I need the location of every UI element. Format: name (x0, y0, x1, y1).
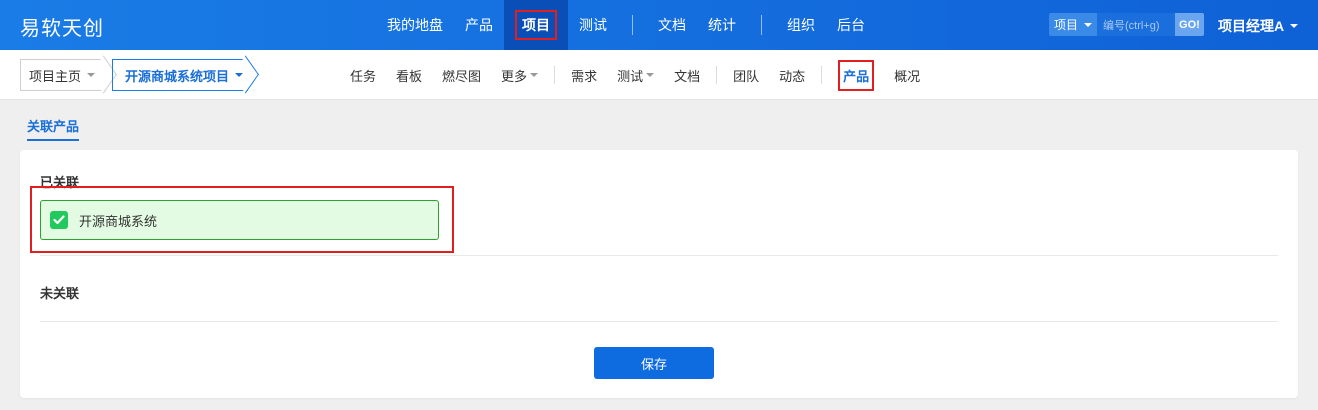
nav-product[interactable]: 产品 (454, 0, 504, 50)
brand-logo[interactable]: 易软天创 (20, 12, 104, 41)
section-divider (40, 255, 1278, 256)
subnav-team[interactable]: 团队 (723, 66, 769, 85)
subnav-dynamic[interactable]: 动态 (769, 66, 815, 85)
subnav-task[interactable]: 任务 (340, 66, 386, 85)
main-nav: 我的地盘 产品 项目 测试 文档 统计 组织 后台 (376, 0, 876, 50)
breadcrumb-current-project[interactable]: 开源商城系统项目 (112, 59, 248, 91)
sub-header: 项目主页 开源商城系统项目 任务 看板 燃尽图 更多 需求 测试 文档 团队 动… (0, 50, 1318, 100)
search-box: 项目 编号(ctrl+g) GO! (1049, 13, 1204, 36)
chevron-down-icon (530, 73, 539, 77)
nav-test[interactable]: 测试 (568, 0, 618, 50)
linked-product-name: 开源商城系统 (79, 213, 158, 229)
search-scope-select[interactable]: 项目 (1049, 13, 1098, 36)
chevron-down-icon (1084, 22, 1093, 27)
user-name: 项目经理A (1218, 18, 1285, 34)
subnav-more[interactable]: 更多 (491, 66, 548, 85)
unlinked-section-title: 未关联 (40, 286, 80, 301)
search-input[interactable]: 编号(ctrl+g) (1097, 13, 1176, 36)
chevron-down-icon (1290, 24, 1299, 28)
subnav-kanban[interactable]: 看板 (386, 66, 432, 85)
section-divider (40, 321, 1278, 322)
nav-admin[interactable]: 后台 (826, 0, 876, 50)
subnav-product[interactable]: 产品 (828, 59, 884, 91)
nav-doc[interactable]: 文档 (647, 0, 697, 50)
chevron-down-icon (646, 73, 655, 77)
nav-divider (761, 15, 762, 35)
checkbox-checked-icon[interactable] (50, 211, 68, 229)
subnav-story[interactable]: 需求 (561, 66, 607, 85)
subnav-divider (554, 66, 556, 84)
user-menu[interactable]: 项目经理A (1218, 16, 1299, 36)
nav-divider (632, 15, 633, 35)
breadcrumb-project-home[interactable]: 项目主页 (20, 59, 106, 91)
project-sub-nav: 任务 看板 燃尽图 更多 需求 测试 文档 团队 动态 产品 概况 (340, 50, 930, 100)
tab-linked-products[interactable]: 关联产品 (27, 116, 80, 141)
nav-project[interactable]: 项目 (504, 0, 568, 50)
linked-products-panel: 已关联 开源商城系统 未关联 保存 (20, 150, 1298, 398)
tab-row: 关联产品 (27, 116, 80, 141)
save-button[interactable]: 保存 (594, 347, 714, 379)
subnav-test[interactable]: 测试 (607, 66, 664, 85)
nav-org[interactable]: 组织 (776, 0, 826, 50)
nav-stats[interactable]: 统计 (697, 0, 747, 50)
chevron-down-icon (235, 73, 244, 77)
subnav-divider (716, 66, 718, 84)
top-header: 易软天创 我的地盘 产品 项目 测试 文档 统计 组织 后台 项目 编号(ctr… (0, 0, 1318, 50)
linked-product-item[interactable]: 开源商城系统 (40, 200, 439, 240)
nav-my-dashboard[interactable]: 我的地盘 (376, 0, 454, 50)
subnav-doc[interactable]: 文档 (664, 66, 710, 85)
subnav-overview[interactable]: 概况 (884, 66, 930, 85)
search-go-button[interactable]: GO! (1175, 13, 1204, 36)
chevron-down-icon (87, 73, 96, 77)
subnav-divider (821, 66, 823, 84)
subnav-burndown[interactable]: 燃尽图 (432, 66, 491, 85)
